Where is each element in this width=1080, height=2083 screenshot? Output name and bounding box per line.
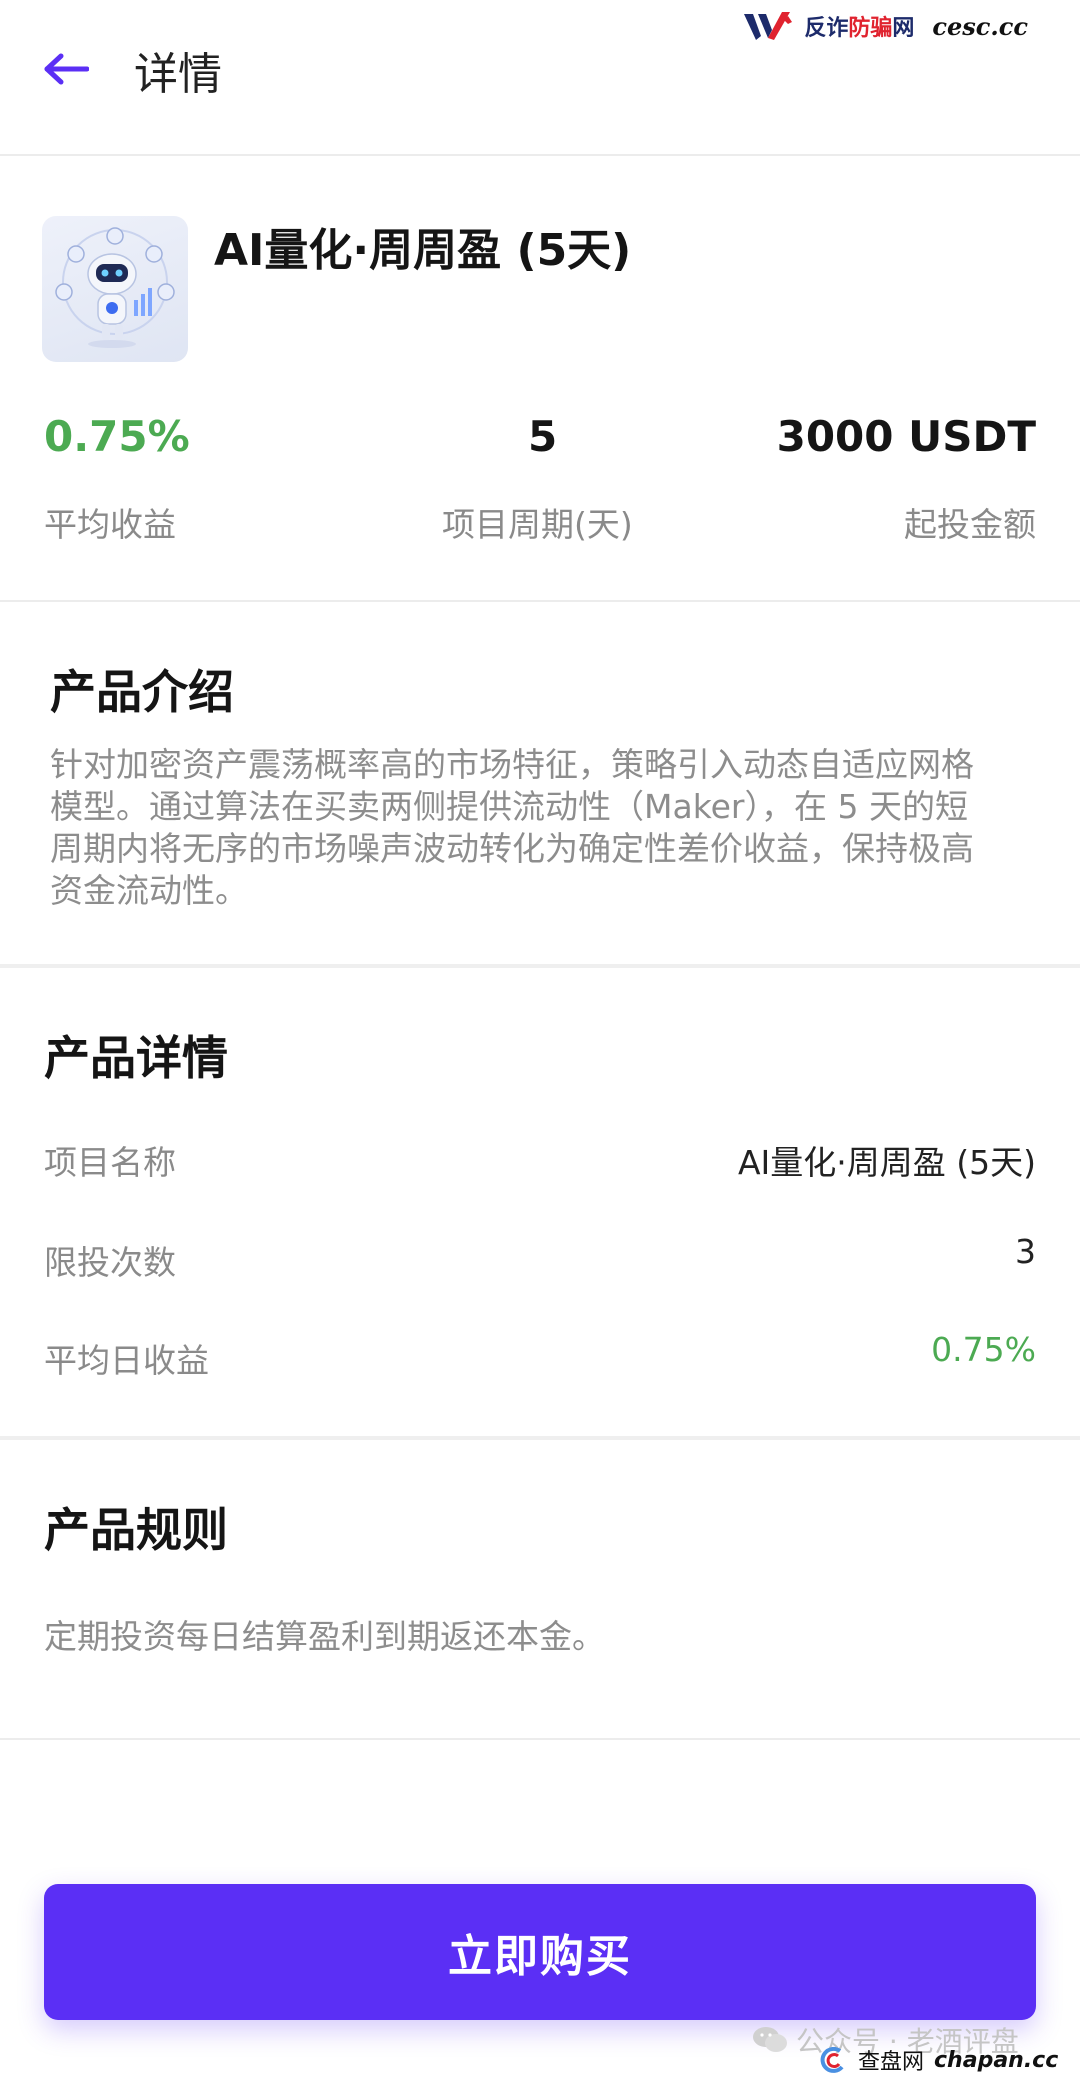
product-thumbnail: [42, 216, 188, 362]
product-intro-section: 产品介绍 针对加密资产震荡概率高的市场特征，策略引入动态自适应网格 模型。通过算…: [0, 604, 1080, 968]
detail-label-name: 项目名称: [44, 1143, 176, 1182]
term-days-value: 5: [528, 412, 558, 461]
avg-return-value: 0.75%: [44, 412, 190, 461]
detail-value-name: AI量化·周周盈 (5天): [737, 1143, 1036, 1182]
min-investment-label: 起投金额: [904, 505, 1036, 544]
rules-description: 定期投资每日结算盈利到期返还本金。: [44, 1617, 605, 1656]
site-label: 查盘网: [858, 2050, 925, 2075]
details-title: 产品详情: [44, 1031, 228, 1085]
term-days-label: 项目周期(天): [442, 505, 633, 544]
product-summary: AI量化·周周盈 (5天) 0.75% 5 3000 USDT 平均收益 项目周…: [0, 156, 1080, 602]
page-title: 详情: [134, 49, 222, 100]
product-rules-section: 产品规则 定期投资每日结算盈利到期返还本金。: [0, 1442, 1080, 1740]
detail-label-limit: 限投次数: [44, 1243, 176, 1282]
watermark-top: 反诈防骗网 cesc.cc: [744, 8, 1028, 44]
intro-line: 资金流动性。: [50, 871, 248, 910]
product-name: AI量化·周周盈 (5天): [214, 225, 632, 276]
detail-value-limit: 3: [1015, 1232, 1036, 1271]
robot-illustration-icon: [55, 227, 175, 348]
watermark-text: 反诈防骗网: [804, 16, 915, 41]
site-url: chapan.cc: [934, 2047, 1059, 2073]
wechat-icon: [753, 2027, 787, 2052]
detail-value-daily-return: 0.75%: [931, 1330, 1036, 1369]
intro-description: 针对加密资产震荡概率高的市场特征，策略引入动态自适应网格 模型。通过算法在买卖两…: [50, 744, 1030, 912]
intro-line: 模型。通过算法在买卖两侧提供流动性（Maker），在 5 天的短: [50, 787, 968, 826]
rules-title: 产品规则: [44, 1503, 228, 1557]
buy-now-button[interactable]: 立即购买: [44, 1884, 1036, 2020]
watermark-site: cesc.cc: [932, 11, 1028, 41]
intro-title: 产品介绍: [50, 665, 234, 719]
detail-label-daily-return: 平均日收益: [44, 1341, 209, 1380]
avg-return-label: 平均收益: [44, 505, 176, 544]
intro-line: 针对加密资产震荡概率高的市场特征，策略引入动态自适应网格: [50, 745, 974, 784]
arrow-left-icon: [44, 53, 89, 85]
min-investment-value: 3000 USDT: [776, 412, 1036, 461]
intro-line: 周期内将无序的市场噪声波动转化为确定性差价收益，保持极高: [50, 829, 974, 868]
back-button[interactable]: [38, 44, 94, 94]
vw-logo-icon: [744, 12, 793, 40]
product-detail-page: 详情 反诈防骗网 cesc.cc AI量化·周周盈 (5天) 0.75% 5 3…: [0, 0, 1080, 2083]
chapan-logo-icon: [820, 2047, 844, 2073]
watermark-bottom: 查盘网 chapan.cc: [818, 2044, 1058, 2076]
product-details-section: 产品详情 项目名称 AI量化·周周盈 (5天) 限投次数 3 平均日收益 0.7…: [0, 970, 1080, 1440]
